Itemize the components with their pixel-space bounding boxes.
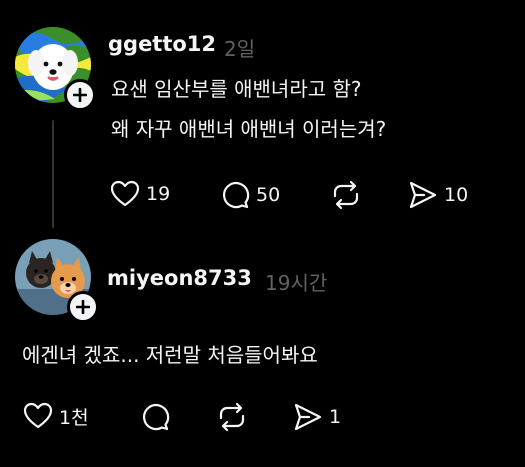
username[interactable]: ggetto12 — [108, 32, 216, 56]
username[interactable]: miyeon8733 — [107, 266, 252, 290]
reply-button[interactable]: 50 — [220, 180, 280, 210]
plus-icon — [76, 300, 90, 314]
follow-button[interactable] — [64, 79, 96, 111]
comment-text-line: 요샌 임산부를 애밴녀라고 함? — [111, 77, 362, 101]
comment-text-line: 왜 자꾸 애밴녀 애밴녀 이러는겨? — [111, 117, 387, 141]
heart-icon — [23, 402, 53, 429]
like-button[interactable]: 1천 — [23, 402, 89, 430]
repost-button[interactable] — [330, 180, 362, 210]
like-button[interactable]: 19 — [110, 180, 170, 208]
like-count: 1천 — [59, 406, 89, 429]
timestamp: 19시간 — [265, 271, 328, 295]
share-count: 1 — [329, 406, 342, 428]
repost-icon — [333, 180, 359, 210]
reply-count: 50 — [256, 184, 281, 206]
share-button[interactable]: 10 — [408, 180, 468, 210]
like-count: 19 — [146, 183, 171, 205]
threads-comment-list: ggetto12 2일 요샌 임산부를 애밴녀라고 함? 왜 자꾸 애밴녀 애밴… — [0, 0, 525, 467]
share-icon — [409, 181, 437, 209]
comment-text-line: 에겐녀 겠죠... 저런말 처음들어봐요 — [22, 343, 318, 367]
share-count: 10 — [444, 184, 469, 206]
follow-button[interactable] — [67, 291, 99, 323]
plus-icon — [73, 88, 87, 102]
thread-line — [52, 120, 54, 228]
share-icon — [294, 403, 322, 431]
repost-icon — [219, 402, 245, 432]
heart-icon — [110, 180, 140, 207]
timestamp: 2일 — [224, 37, 256, 61]
repost-button[interactable] — [216, 402, 248, 432]
comment-icon — [222, 182, 250, 209]
reply-button[interactable] — [140, 402, 170, 432]
share-button[interactable]: 1 — [293, 402, 341, 432]
comment-icon — [142, 404, 170, 431]
